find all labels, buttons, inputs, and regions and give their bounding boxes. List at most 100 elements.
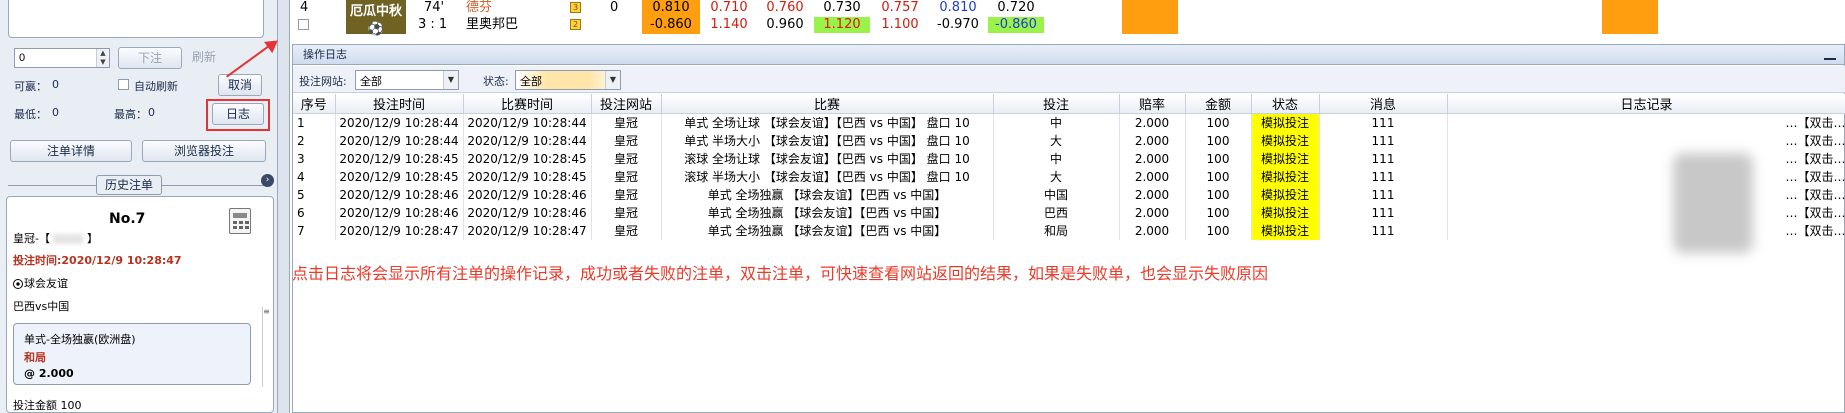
col-header[interactable]: 比赛时间: [463, 94, 592, 114]
bet-button[interactable]: 下注: [118, 47, 182, 69]
filter-site-label: 投注网站:: [299, 75, 347, 88]
strip-score: 3 : 1: [418, 17, 448, 32]
cell-match: 单式 全场独赢 【球会友谊】【巴西 vs 中国】: [661, 186, 994, 204]
card-bet-detail: 单式-全场独嬴(欧洲盘) 和局 @ 2.000: [13, 323, 251, 385]
odds-r1-4[interactable]: 0.757: [872, 0, 928, 16]
cell-msg: 111: [1319, 186, 1448, 204]
table-row[interactable]: 5 2020/12/9 10:28:46 2020/12/9 10:28:46 皇冠单…: [293, 186, 1845, 204]
history-title: 历史注单: [96, 175, 162, 195]
chevron-down-icon[interactable]: ▼: [443, 71, 458, 89]
cell-pick: 中: [993, 113, 1120, 132]
odds-r1-1[interactable]: 0.710: [702, 0, 756, 16]
col-header[interactable]: 消息: [1319, 94, 1448, 114]
cell-amount: 100: [1185, 186, 1252, 204]
cell-no: 7: [293, 222, 336, 240]
strip-checkbox[interactable]: [298, 19, 309, 30]
cell-log: …【双击…: [1447, 168, 1845, 186]
cell-amount: 100: [1185, 222, 1252, 240]
available-label: 可嬴：: [14, 80, 47, 93]
soccer-ball-icon: ⚽: [367, 22, 385, 37]
table-row[interactable]: 1 2020/12/9 10:28:44 2020/12/9 10:28:44 皇冠单…: [293, 113, 1845, 132]
filter-status-select[interactable]: 全部 ▼: [515, 70, 621, 90]
cell-pick: 大: [993, 132, 1120, 150]
card-pick: 和局: [24, 351, 46, 364]
log-highlight-box: [206, 99, 270, 131]
col-header[interactable]: 投注时间: [335, 94, 464, 114]
odds-r1-5[interactable]: 0.810: [930, 0, 986, 16]
cell-pick: 中: [993, 150, 1120, 168]
table-row[interactable]: 2 2020/12/9 10:28:44 2020/12/9 10:28:44 皇冠单…: [293, 132, 1845, 150]
cell-bet-time: 2020/12/9 10:28:44: [335, 132, 464, 150]
cell-no: 3: [293, 150, 336, 168]
amount-spinner[interactable]: ▲ ▼: [96, 49, 109, 67]
orange-cell: [1122, 0, 1178, 34]
odds-r1-6[interactable]: 0.720: [988, 0, 1044, 16]
cell-match-time: 2020/12/9 10:28:44: [463, 132, 592, 150]
card-site-text: 皇冠-【: [13, 232, 50, 245]
card-market: 单式-全场独嬴(欧洲盘): [24, 333, 136, 346]
splitter[interactable]: [278, 0, 290, 413]
card-amount-label: 投注金额: [13, 399, 57, 412]
table-row[interactable]: 3 2020/12/9 10:28:45 2020/12/9 10:28:45 皇冠滚…: [293, 150, 1845, 168]
col-header[interactable]: 序号: [293, 94, 336, 114]
chevron-down-icon[interactable]: ▼: [605, 71, 620, 89]
odds-r1-3[interactable]: 0.730: [814, 0, 870, 16]
odds-r1-0[interactable]: 0.810: [642, 0, 700, 16]
refresh-button[interactable]: 刷新: [186, 47, 222, 69]
cell-msg: 111: [1319, 132, 1448, 150]
col-header[interactable]: 日志记录: [1447, 94, 1845, 114]
strip-team-c: 里奥邦巴: [466, 17, 519, 32]
cell-match: 单式 半场大小 【球会友谊】【巴西 vs 中国】 盘口 10: [661, 132, 994, 150]
cell-pick: 大: [993, 168, 1120, 186]
odds-r2-0[interactable]: -0.860: [642, 17, 700, 33]
col-header[interactable]: 比赛: [661, 94, 994, 114]
table-row[interactable]: 7 2020/12/9 10:28:47 2020/12/9 10:28:47 皇冠单…: [293, 222, 1845, 240]
chevron-right-icon[interactable]: ›: [261, 174, 274, 187]
cell-match-time: 2020/12/9 10:28:45: [463, 150, 592, 168]
cell-msg: 111: [1319, 222, 1448, 240]
card-scrollbar[interactable]: ≡: [262, 307, 270, 387]
cell-amount: 100: [1185, 150, 1252, 168]
cell-bet-time: 2020/12/9 10:28:45: [335, 150, 464, 168]
odds-r1-2[interactable]: 0.760: [758, 0, 812, 16]
filter-site-value: 全部: [360, 75, 382, 88]
cell-match-time: 2020/12/9 10:28:47: [463, 222, 592, 240]
odds-r2-2[interactable]: 0.960: [758, 17, 812, 33]
soccer-ball-icon: [13, 279, 23, 289]
order-detail-button[interactable]: 注单详情: [10, 140, 132, 162]
available-value: 0: [52, 78, 59, 91]
filter-site-select[interactable]: 全部 ▼: [355, 70, 459, 90]
auto-refresh-checkbox[interactable]: [118, 79, 129, 90]
history-card[interactable]: No.7 皇冠-【 】 投注时间:2020/12/9 10:28:47 球会友谊…: [6, 196, 274, 413]
annotation-text: 点击日志将会显示所有注单的操作记录，成功或者失败的注单，双击注单，可快速查看网站…: [292, 264, 1269, 283]
col-header[interactable]: 金额: [1185, 94, 1252, 114]
card-league-text: 球会友谊: [24, 277, 68, 290]
table-row[interactable]: 4 2020/12/9 10:28:45 2020/12/9 10:28:45 皇冠滚…: [293, 168, 1845, 186]
odds-r2-4[interactable]: 1.100: [872, 17, 928, 33]
odds-r2-1[interactable]: 1.140: [702, 17, 756, 33]
cell-no: 1: [293, 113, 336, 132]
odds-r2-5[interactable]: -0.970: [930, 17, 986, 33]
left-panel: ▲▼ 下注 刷新 可嬴： 0 自动刷新 取消 最低： 0 最高： 0 日志 注单…: [0, 0, 278, 413]
table-row[interactable]: 6 2020/12/9 10:28:46 2020/12/9 10:28:46 皇冠单…: [293, 204, 1845, 222]
col-header[interactable]: 投注网站: [591, 94, 662, 114]
odds-r2-6[interactable]: -0.860: [988, 17, 1044, 33]
col-header[interactable]: 赔率: [1119, 94, 1186, 114]
odds-r2-3[interactable]: 1.120: [814, 17, 870, 33]
filter-bar: 投注网站: 全部 ▼ 状态: 全部 ▼: [293, 66, 1845, 93]
cell-match: 单式 全场让球 【球会友谊】【巴西 vs 中国】 盘口 10: [661, 113, 994, 132]
cell-log: …【双击…: [1447, 186, 1845, 204]
col-header[interactable]: 投注: [993, 94, 1120, 114]
cell-pick: 中国: [993, 186, 1120, 204]
cell-no: 6: [293, 204, 336, 222]
cell-no: 4: [293, 168, 336, 186]
cancel-button[interactable]: 取消: [218, 74, 262, 96]
minimize-icon[interactable]: [1824, 50, 1836, 60]
calculator-icon[interactable]: [229, 208, 251, 234]
strip-team-b: 德芬: [466, 0, 493, 15]
browser-bet-button[interactable]: 浏览器投注: [142, 140, 266, 162]
col-header[interactable]: 状态: [1251, 94, 1320, 114]
cell-no: 5: [293, 186, 336, 204]
cell-odds: 2.000: [1119, 186, 1186, 204]
redacted-area: [1673, 153, 1753, 253]
